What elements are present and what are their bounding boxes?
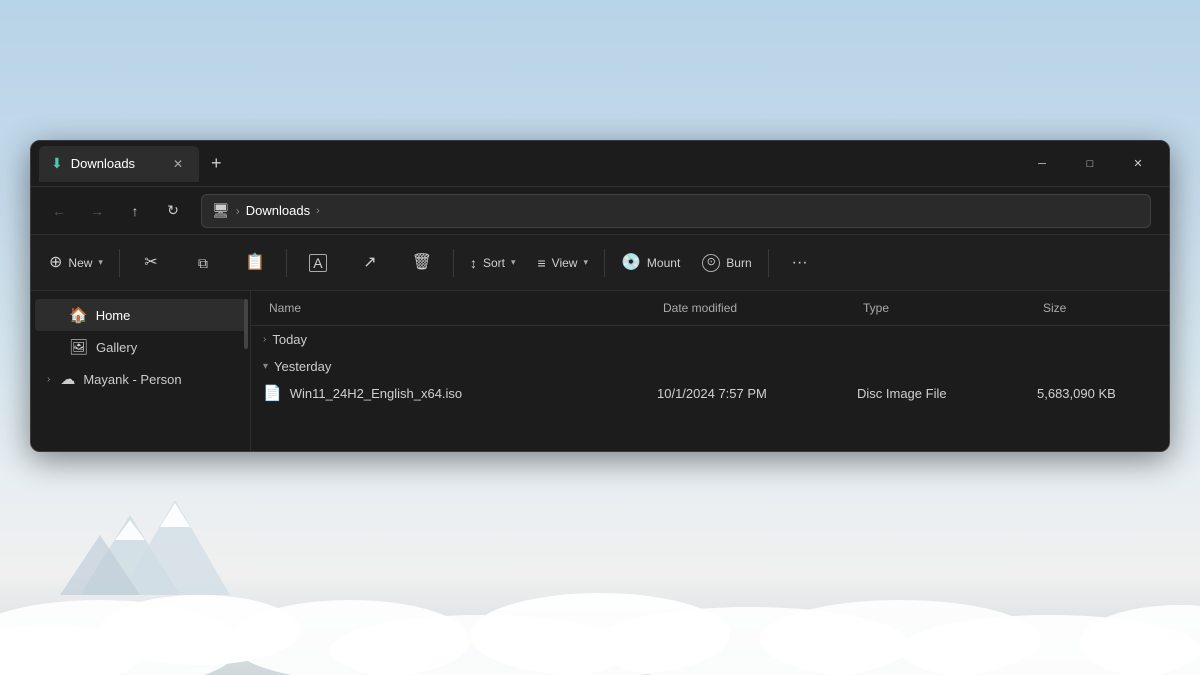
title-bar: ⬇ Downloads ✕ + ─ □ ✕ [31, 141, 1169, 187]
iso-file-type: Disc Image File [857, 386, 1037, 401]
up-button[interactable]: ↑ [119, 195, 151, 227]
tab-downloads[interactable]: ⬇ Downloads ✕ [39, 146, 199, 182]
maximize-button[interactable]: □ [1067, 148, 1113, 180]
tab-downloads-title: Downloads [71, 156, 135, 171]
forward-icon: → [90, 203, 104, 219]
column-header-date[interactable]: Date modified [657, 297, 857, 319]
more-icon: ··· [792, 255, 808, 271]
iso-date-modified: 10/1/2024 7:57 PM [657, 386, 857, 401]
group-yesterday-chevron-icon: ▾ [263, 361, 268, 372]
refresh-icon: ↻ [167, 202, 179, 219]
minimize-button[interactable]: ─ [1019, 148, 1065, 180]
cut-button[interactable]: ✂ [126, 240, 176, 286]
group-today[interactable]: › Today [251, 326, 1169, 353]
window-controls: ─ □ ✕ [1019, 148, 1161, 180]
paste-icon: 📋 [245, 255, 265, 271]
address-path: Downloads [246, 203, 310, 218]
new-button[interactable]: ⊕ New ▾ [39, 240, 113, 286]
share-button[interactable]: ↗ [345, 240, 395, 286]
file-name-cell: 📄 Win11_24H2_English_x64.iso [263, 384, 657, 402]
cloud-icon: ☁ [60, 370, 75, 388]
content-area: 🏠 Home 🖼 Gallery › ☁ Mayank - Person Nam… [31, 291, 1169, 451]
address-chevron: › [316, 205, 320, 217]
new-tab-button[interactable]: + [203, 153, 230, 174]
view-button[interactable]: ≡ View ▾ [528, 240, 599, 286]
file-list: Name Date modified Type Size › Today ▾ Y… [251, 291, 1169, 451]
view-label: View [552, 256, 578, 270]
back-icon: ← [52, 203, 66, 219]
group-today-chevron-icon: › [263, 334, 266, 345]
file-explorer-window: ⬇ Downloads ✕ + ─ □ ✕ ← → ↑ ↻ 🖥 › Downlo… [30, 140, 1170, 452]
sort-label: Sort [483, 256, 505, 270]
copy-button[interactable]: ⧉ [178, 240, 228, 286]
home-icon: 🏠 [69, 306, 88, 324]
address-separator-1: › [236, 204, 240, 218]
delete-icon: 🗑 [412, 255, 432, 271]
toolbar-separator-4 [604, 249, 605, 277]
sidebar-home-label: Home [96, 308, 131, 323]
cut-icon: ✂ [144, 255, 157, 271]
more-options-button[interactable]: ··· [775, 240, 825, 286]
file-row-iso[interactable]: 📄 Win11_24H2_English_x64.iso 10/1/2024 7… [251, 380, 1169, 406]
column-header-name[interactable]: Name [263, 297, 657, 319]
paste-button[interactable]: 📋 [230, 240, 280, 286]
sidebar-item-home[interactable]: 🏠 Home [35, 299, 246, 331]
mount-label: Mount [647, 256, 680, 270]
window-close-button[interactable]: ✕ [1115, 148, 1161, 180]
group-yesterday[interactable]: ▾ Yesterday [251, 353, 1169, 380]
iso-file-name: Win11_24H2_English_x64.iso [290, 386, 462, 401]
sort-button[interactable]: ↕ Sort ▾ [460, 240, 526, 286]
sidebar-gallery-label: Gallery [96, 340, 137, 355]
column-header-size[interactable]: Size [1037, 297, 1157, 319]
back-button[interactable]: ← [43, 195, 75, 227]
view-chevron-icon: ▾ [583, 257, 588, 268]
toolbar-separator-3 [453, 249, 454, 277]
computer-icon: 🖥 [212, 202, 230, 219]
sidebar-item-mayank[interactable]: › ☁ Mayank - Person [35, 363, 246, 395]
sidebar-expand-icon: › [47, 374, 50, 385]
sort-chevron-icon: ▾ [511, 257, 516, 268]
tab-downloads-icon: ⬇ [51, 155, 63, 172]
up-icon: ↑ [132, 203, 139, 219]
new-label: New [68, 256, 92, 270]
new-icon: ⊕ [49, 255, 62, 271]
toolbar: ⊕ New ▾ ✂ ⧉ 📋 A ↗ 🗑 [31, 235, 1169, 291]
gallery-icon: 🖼 [69, 338, 88, 356]
mount-button[interactable]: 💿 Mount [611, 240, 690, 286]
sidebar-scrollbar[interactable] [244, 299, 248, 349]
mount-icon: 💿 [621, 255, 641, 271]
iso-file-icon: 📄 [263, 384, 282, 402]
tab-close-button[interactable]: ✕ [169, 155, 187, 173]
rename-icon: A [309, 254, 326, 272]
sidebar-item-gallery[interactable]: 🖼 Gallery [35, 331, 246, 363]
toolbar-separator-5 [768, 249, 769, 277]
sidebar: 🏠 Home 🖼 Gallery › ☁ Mayank - Person [31, 291, 251, 451]
view-icon: ≡ [538, 256, 546, 270]
share-icon: ↗ [363, 255, 376, 271]
burn-icon: ⊙ [702, 254, 720, 272]
sidebar-mayank-label: Mayank - Person [83, 372, 181, 387]
forward-button[interactable]: → [81, 195, 113, 227]
copy-icon: ⧉ [198, 256, 208, 270]
navigation-bar: ← → ↑ ↻ 🖥 › Downloads › [31, 187, 1169, 235]
column-header-type[interactable]: Type [857, 297, 1037, 319]
file-list-header: Name Date modified Type Size [251, 291, 1169, 326]
sort-icon: ↕ [470, 256, 477, 270]
group-today-label: Today [272, 332, 307, 347]
address-bar[interactable]: 🖥 › Downloads › [201, 194, 1151, 228]
new-chevron-icon: ▾ [98, 257, 103, 268]
iso-file-size: 5,683,090 KB [1037, 386, 1157, 401]
burn-label: Burn [726, 256, 751, 270]
rename-button[interactable]: A [293, 240, 343, 286]
group-yesterday-label: Yesterday [274, 359, 331, 374]
burn-button[interactable]: ⊙ Burn [692, 240, 761, 286]
toolbar-separator-1 [119, 249, 120, 277]
delete-button[interactable]: 🗑 [397, 240, 447, 286]
toolbar-separator-2 [286, 249, 287, 277]
refresh-button[interactable]: ↻ [157, 195, 189, 227]
